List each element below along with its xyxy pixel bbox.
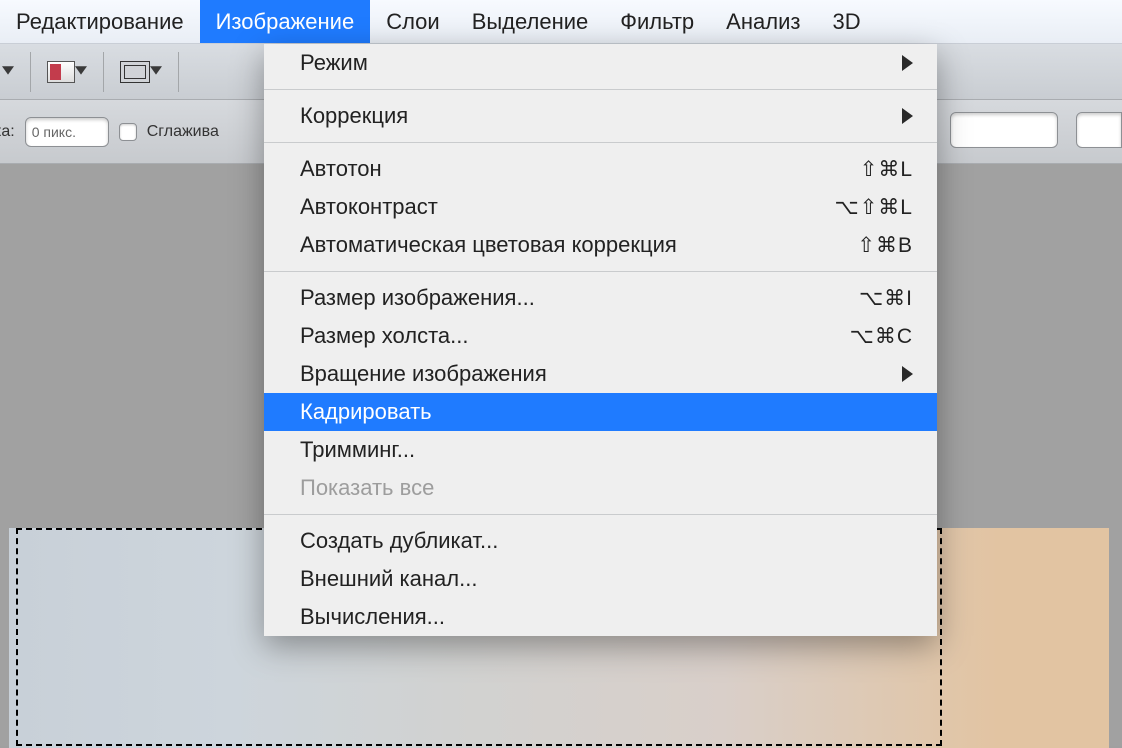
menu-layers[interactable]: Слои [370,0,456,43]
menu-item-label: Автоматическая цветовая коррекция [300,232,857,258]
separator [178,52,179,92]
feather-label: ка: [0,123,15,141]
menu-item-label: Размер холста... [300,323,850,349]
menu-separator [264,514,937,515]
menu-item-label: Показать все [300,475,913,501]
antialias-checkbox[interactable] [119,123,137,141]
feather-input[interactable]: 0 пикс. [25,117,109,147]
menu-separator [264,89,937,90]
menu-item-trim[interactable]: Тримминг... [264,431,937,469]
menu-item-label: Кадрировать [300,399,913,425]
menu-analysis[interactable]: Анализ [710,0,816,43]
menu-item-crop[interactable]: Кадрировать [264,393,937,431]
menu-item-label: Внешний канал... [300,566,913,592]
menu-label: Выделение [472,9,589,35]
menu-label: Фильтр [620,9,694,35]
menu-item-mode[interactable]: Режим [264,44,937,82]
menu-item-label: Автоконтраст [300,194,835,220]
menu-item-image-rotation[interactable]: Вращение изображения [264,355,937,393]
separator [30,52,31,92]
menu-shortcut: ⇧⌘B [857,233,913,258]
menu-label: Слои [386,9,440,35]
menu-filter[interactable]: Фильтр [604,0,710,43]
menu-item-label: Размер изображения... [300,285,859,311]
menu-item-reveal-all: Показать все [264,469,937,507]
menu-separator [264,271,937,272]
menu-separator [264,142,937,143]
screen-mode-picker[interactable] [47,61,87,83]
menu-item-label: Вращение изображения [300,361,902,387]
menu-item-label: Вычисления... [300,604,913,630]
submenu-arrow-icon [902,55,913,71]
menu-item-label: Автотон [300,156,860,182]
zoom-picker[interactable]: 50% [0,63,14,81]
menu-label: 3D [832,9,860,35]
menu-item-canvas-size[interactable]: Размер холста... ⌥⌘C [264,317,937,355]
menu-shortcut: ⌥⌘C [850,324,913,349]
menu-select[interactable]: Выделение [456,0,605,43]
numeric-field[interactable] [1076,112,1122,148]
caret-down-icon [150,63,162,81]
menu-shortcut: ⌥⇧⌘L [835,195,913,220]
menu-label: Изображение [216,9,355,35]
menu-item-calculations[interactable]: Вычисления... [264,598,937,636]
menu-item-autotone[interactable]: Автотон ⇧⌘L [264,150,937,188]
caret-down-icon [2,63,14,81]
menu-item-label: Коррекция [300,103,902,129]
antialias-label: Сглажива [147,123,219,141]
menu-image[interactable]: Изображение [200,0,371,43]
numeric-field[interactable] [950,112,1058,148]
menu-label: Анализ [726,9,800,35]
menu-item-duplicate[interactable]: Создать дубликат... [264,522,937,560]
menu-item-autocontrast[interactable]: Автоконтраст ⌥⇧⌘L [264,188,937,226]
menu-item-autocolor[interactable]: Автоматическая цветовая коррекция ⇧⌘B [264,226,937,264]
doc-bounds-picker[interactable] [120,61,162,83]
image-menu-dropdown: Режим Коррекция Автотон ⇧⌘L Автоконтраст… [264,44,937,636]
menu-item-apply-image[interactable]: Внешний канал... [264,560,937,598]
menu-shortcut: ⇧⌘L [860,157,913,182]
menu-item-label: Режим [300,50,902,76]
caret-down-icon [75,63,87,81]
menu-item-label: Создать дубликат... [300,528,913,554]
menu-shortcut: ⌥⌘I [859,286,913,311]
submenu-arrow-icon [902,366,913,382]
submenu-arrow-icon [902,108,913,124]
menubar: Редактирование Изображение Слои Выделени… [0,0,1122,44]
menu-item-image-size[interactable]: Размер изображения... ⌥⌘I [264,279,937,317]
menu-3d[interactable]: 3D [816,0,876,43]
menu-label: Редактирование [16,9,184,35]
feather-value: 0 пикс. [32,124,76,140]
menu-edit[interactable]: Редактирование [0,0,200,43]
separator [103,52,104,92]
menu-item-label: Тримминг... [300,437,913,463]
menu-item-adjustments[interactable]: Коррекция [264,97,937,135]
